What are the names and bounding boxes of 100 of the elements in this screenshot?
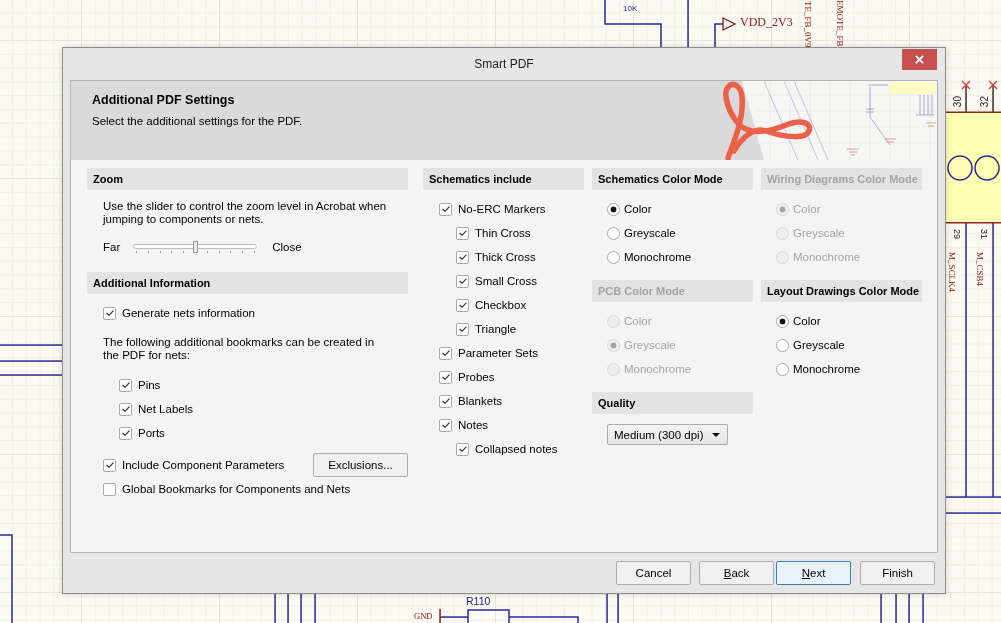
wire [880, 594, 882, 623]
checkbox[interactable] [456, 322, 469, 336]
check-icon [458, 302, 467, 308]
checkbox[interactable] [119, 378, 132, 392]
wire [714, 23, 724, 48]
section-header: Schematics include [423, 168, 584, 190]
pin-line [965, 85, 967, 112]
check-icon [441, 422, 450, 428]
check-icon [458, 326, 467, 332]
checkbox-label: Checkbox [475, 299, 527, 311]
checkbox[interactable] [439, 370, 452, 384]
radio-label: Greyscale [624, 339, 676, 351]
wire [300, 594, 302, 623]
net-label: TE_FB_0V9 [803, 1, 812, 48]
finish-button[interactable]: Finish [860, 561, 935, 585]
radio-button[interactable] [776, 362, 789, 376]
radio-button[interactable] [776, 314, 789, 328]
checkbox-label: Probes [458, 371, 495, 383]
resistor-symbol [467, 609, 510, 623]
slider-max-label: Close [272, 241, 302, 253]
page-subtitle: Select the additional settings for the PDF. [92, 114, 304, 128]
checkbox-label: Pins [138, 379, 161, 391]
radio-button[interactable] [607, 250, 620, 264]
page-title: Additional PDF Settings [92, 93, 236, 108]
caret-icon [712, 432, 720, 437]
radio-button[interactable] [607, 226, 620, 240]
wire [946, 512, 1001, 514]
radio-label: Color [793, 315, 821, 327]
checkbox[interactable] [103, 482, 116, 496]
radio-button[interactable] [776, 338, 789, 352]
net-label: GND [414, 612, 433, 621]
check-icon [105, 310, 114, 316]
radio-label: Monochrome [793, 251, 861, 263]
checkbox[interactable] [103, 306, 116, 320]
pin-number: 32 [980, 96, 990, 108]
check-icon [441, 398, 450, 404]
section-header: Quality [592, 392, 753, 414]
checkbox[interactable] [456, 274, 469, 288]
wire [287, 594, 289, 623]
net-label: M_SCLK4 [947, 252, 956, 292]
checkbox-label: Collapsed notes [475, 443, 558, 455]
net-label: EMOTE_FB [835, 0, 844, 47]
description-text: The following additional bookmarks can be created in the PDF for nets: [102, 336, 376, 362]
section-header: Zoom [87, 168, 408, 190]
checkbox[interactable] [456, 250, 469, 264]
radio-button[interactable] [607, 202, 620, 216]
checkbox-label: Include Component Parameters [122, 459, 285, 471]
section-header: PCB Color Mode [592, 280, 753, 302]
wire [314, 594, 316, 623]
check-icon [441, 350, 450, 356]
wire [604, 0, 662, 48]
zoom-slider[interactable] [133, 241, 258, 253]
check-icon [121, 382, 130, 388]
net-label: VDD_2V3 [740, 16, 793, 28]
checkbox-label: Small Cross [475, 275, 537, 287]
radio-label: Monochrome [624, 251, 692, 263]
checkbox[interactable] [439, 202, 452, 216]
checkbox[interactable] [456, 442, 469, 456]
checkbox[interactable] [456, 226, 469, 240]
check-icon [441, 206, 450, 212]
checkbox-label: Thick Cross [475, 251, 536, 263]
next-button[interactable]: Next [776, 561, 851, 585]
radio-label: Monochrome [793, 363, 861, 375]
swirl-logo-icon [723, 81, 813, 160]
checkbox-label: Triangle [475, 323, 517, 335]
checkbox-label: No-ERC Markers [458, 203, 546, 215]
wire [687, 0, 689, 47]
pin-number: 31 [979, 229, 988, 239]
quality-dropdown[interactable]: Medium (300 dpi) [607, 424, 728, 445]
checkbox[interactable] [439, 346, 452, 360]
checkbox-label: Parameter Sets [458, 347, 538, 359]
pin-number: 30 [953, 96, 963, 108]
back-button[interactable]: Back [699, 561, 774, 585]
check-icon [121, 406, 130, 412]
checkbox[interactable] [119, 402, 132, 416]
check-icon [121, 430, 130, 436]
checkbox-label: Notes [458, 419, 489, 431]
cancel-button[interactable]: Cancel [616, 561, 691, 585]
exclusions-button[interactable]: Exclusions... [313, 453, 408, 477]
checkbox[interactable] [103, 458, 116, 472]
check-icon [458, 230, 467, 236]
checkbox[interactable] [439, 418, 452, 432]
section-header: Additional Information [87, 272, 408, 294]
checkbox[interactable] [439, 394, 452, 408]
radio-label: Greyscale [624, 227, 676, 239]
checkbox[interactable] [119, 426, 132, 440]
slider-thumb[interactable] [192, 241, 198, 253]
checkbox-label: Generate nets information [122, 307, 255, 319]
section-header: Wiring Diagrams Color Mode [761, 168, 922, 190]
check-icon [458, 278, 467, 284]
checkbox[interactable] [456, 298, 469, 312]
wire [908, 594, 910, 623]
checkbox-label: Net Labels [138, 403, 193, 415]
close-button[interactable] [902, 49, 937, 70]
section-header: Schematics Color Mode [592, 168, 753, 190]
no-connect-cross-icon [988, 80, 998, 90]
wire [508, 616, 579, 623]
description-text: Use the slider to control the zoom level in Acrobat when jumping to components or nets. [101, 200, 388, 226]
check-icon [458, 254, 467, 260]
pin-number: 29 [952, 229, 961, 239]
